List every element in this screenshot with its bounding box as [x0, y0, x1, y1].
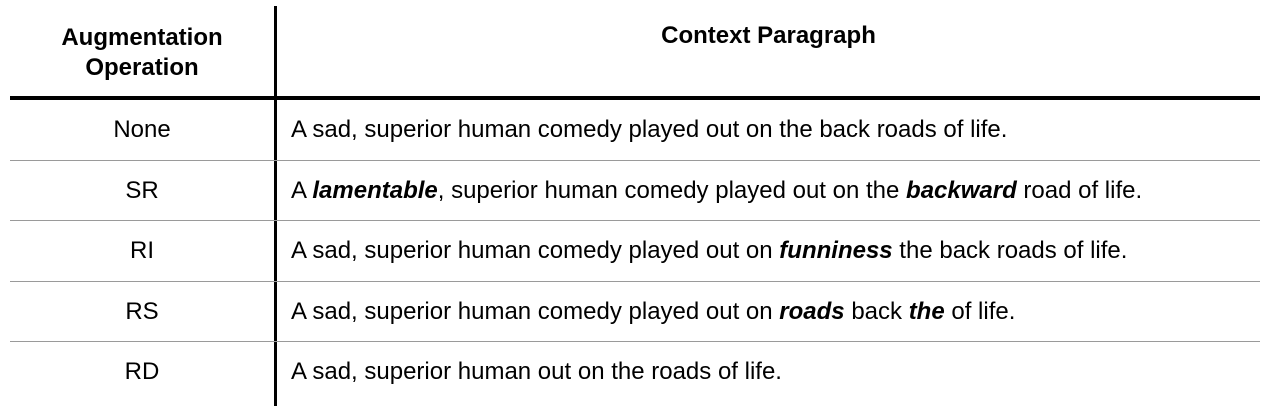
context-text: back — [844, 297, 909, 325]
context-text: A sad, superior human comedy played out … — [291, 297, 780, 325]
context-cell: A sad, superior human comedy played out … — [291, 221, 1260, 281]
context-text: road of life. — [1016, 176, 1143, 204]
context-cell: A lamentable, superior human comedy play… — [291, 161, 1260, 221]
header-operation-line1: Augmentation — [61, 24, 223, 51]
header-augmentation-operation: Augmentation Operation — [10, 23, 274, 83]
row-divider — [10, 281, 1260, 282]
context-text: A sad, superior human out on the roads o… — [291, 358, 782, 385]
context-text: , superior human comedy played out on th… — [437, 176, 907, 204]
operation-cell: SR — [125, 176, 159, 204]
operation-cell: RD — [124, 358, 160, 385]
augmented-word: funniness — [779, 237, 893, 264]
header-operation-line2: Operation — [85, 54, 199, 81]
context-text: A — [291, 176, 313, 204]
augmented-word: backward — [906, 176, 1017, 204]
context-cell: A sad, superior human out on the roads o… — [291, 342, 1260, 402]
context-cell: A sad, superior human comedy played out … — [291, 282, 1260, 342]
context-cell: A sad, superior human comedy played out … — [291, 100, 1260, 160]
augmented-word: roads — [779, 297, 845, 325]
table-row: RD A sad, superior human out on the roads… — [10, 342, 1260, 402]
header-context-paragraph: Context Paragraph — [661, 22, 876, 49]
context-text: the back roads of life. — [892, 237, 1128, 264]
operation-cell: None — [113, 116, 171, 143]
augmentation-table: Augmentation Operation Context Paragraph… — [10, 0, 1260, 410]
context-text: A sad, superior human comedy played out … — [291, 116, 1008, 143]
operation-cell: RS — [125, 297, 159, 325]
table-row: SR A lamentable, superior human comedy pl… — [10, 161, 1260, 221]
context-text: of life. — [944, 297, 1016, 325]
table-row: RS A sad, superior human comedy played ou… — [10, 282, 1260, 342]
row-divider — [10, 160, 1260, 161]
table-row: None A sad, superior human comedy played … — [10, 100, 1260, 160]
table-row: RI A sad, superior human comedy played ou… — [10, 221, 1260, 281]
operation-cell: RI — [130, 237, 154, 264]
row-divider — [10, 341, 1260, 342]
row-divider — [10, 220, 1260, 221]
augmented-word: the — [908, 297, 945, 325]
augmented-word: lamentable — [312, 176, 438, 204]
context-text: A sad, superior human comedy played out … — [291, 237, 780, 264]
